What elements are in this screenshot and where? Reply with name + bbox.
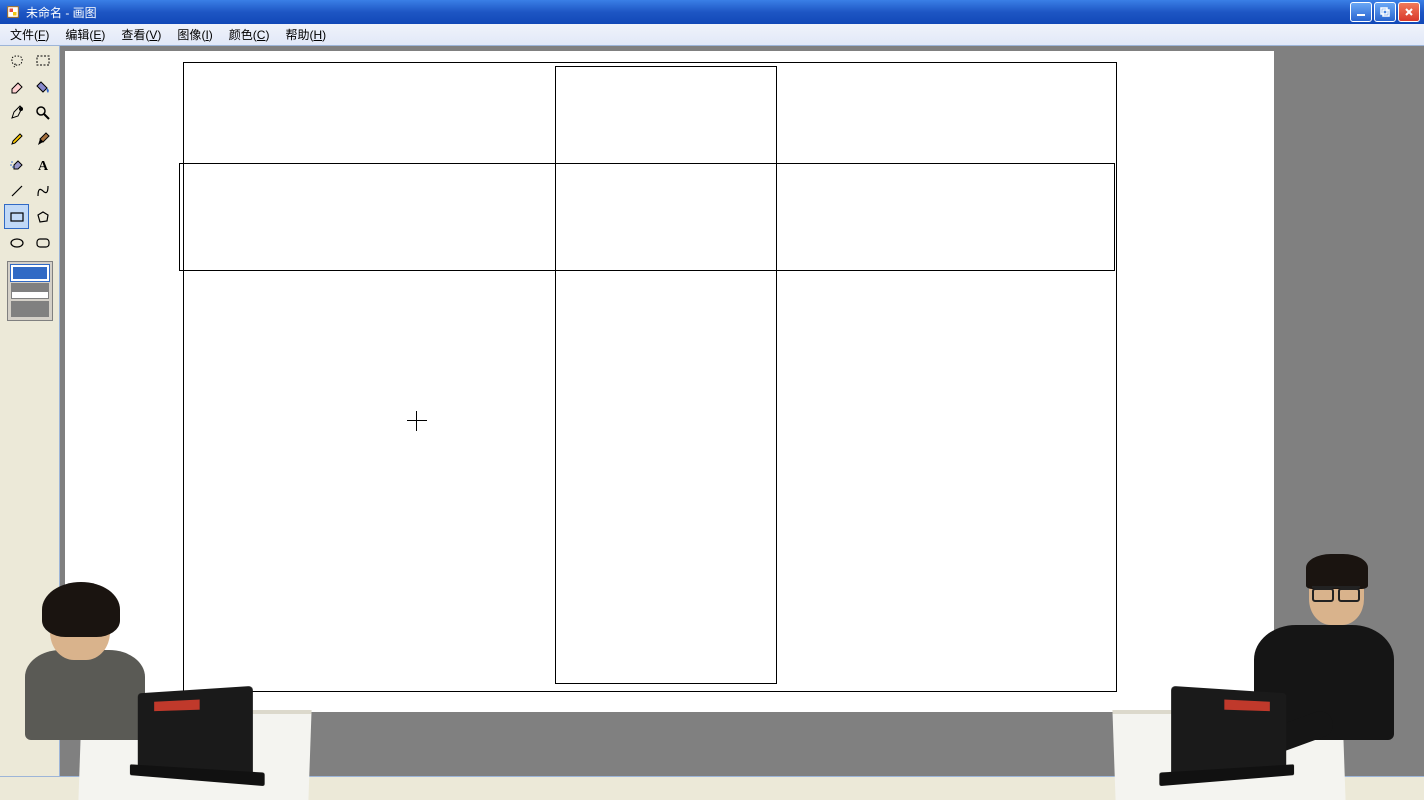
fill-outline-filled[interactable] bbox=[11, 283, 49, 299]
drawn-rectangle bbox=[555, 66, 777, 684]
eraser-tool[interactable] bbox=[4, 74, 29, 99]
polygon-tool[interactable] bbox=[30, 204, 55, 229]
curve-tool[interactable] bbox=[30, 178, 55, 203]
window-controls bbox=[1350, 2, 1420, 22]
maximize-button[interactable] bbox=[1374, 2, 1396, 22]
magnifier-tool[interactable] bbox=[30, 100, 55, 125]
airbrush-tool[interactable] bbox=[4, 152, 29, 177]
right-gutter bbox=[1334, 46, 1424, 800]
minimize-button[interactable] bbox=[1350, 2, 1372, 22]
free-select-tool[interactable] bbox=[4, 48, 29, 73]
menubar: 文件(F) 编辑(E) 查看(V) 图像(I) 颜色(C) 帮助(H) bbox=[0, 24, 1424, 46]
svg-text:A: A bbox=[38, 159, 49, 173]
fill-style-panel bbox=[7, 261, 53, 321]
window-title: 未命名 - 画图 bbox=[26, 4, 97, 21]
app-icon bbox=[6, 5, 20, 19]
eyedropper-tool[interactable] bbox=[4, 100, 29, 125]
fill-outline-only[interactable] bbox=[11, 265, 49, 281]
menu-image[interactable]: 图像(I) bbox=[169, 24, 220, 45]
close-button[interactable] bbox=[1398, 2, 1420, 22]
pencil-tool[interactable] bbox=[4, 126, 29, 151]
rectangle-tool[interactable] bbox=[4, 204, 29, 229]
menu-view[interactable]: 查看(V) bbox=[113, 24, 169, 45]
titlebar: 未命名 - 画图 bbox=[0, 0, 1424, 24]
toolbox: A bbox=[0, 46, 60, 800]
rect-select-tool[interactable] bbox=[30, 48, 55, 73]
line-tool[interactable] bbox=[4, 178, 29, 203]
fill-tool[interactable] bbox=[30, 74, 55, 99]
main-area: A bbox=[0, 46, 1424, 800]
menu-edit[interactable]: 编辑(E) bbox=[57, 24, 113, 45]
menu-help[interactable]: 帮助(H) bbox=[277, 24, 334, 45]
statusbar: ，单击“帮助主题”。 313, 367 bbox=[0, 776, 1424, 800]
menu-colors[interactable]: 颜色(C) bbox=[221, 24, 278, 45]
menu-file[interactable]: 文件(F) bbox=[2, 24, 57, 45]
status-help-text: ，单击“帮助主题”。 bbox=[0, 780, 1164, 797]
fill-solid[interactable] bbox=[11, 301, 49, 317]
rounded-rect-tool[interactable] bbox=[30, 230, 55, 255]
ellipse-tool[interactable] bbox=[4, 230, 29, 255]
app-window: 未命名 - 画图 文件(F) 编辑(E) 查看(V) 图像(I) 颜色(C) 帮… bbox=[0, 0, 1424, 800]
drawn-rectangle bbox=[179, 163, 1115, 271]
brush-tool[interactable] bbox=[30, 126, 55, 151]
text-tool[interactable]: A bbox=[30, 152, 55, 177]
canvas[interactable] bbox=[65, 51, 1278, 716]
canvas-viewport[interactable] bbox=[60, 46, 1334, 800]
status-coordinates: 313, 367 bbox=[1164, 777, 1424, 800]
